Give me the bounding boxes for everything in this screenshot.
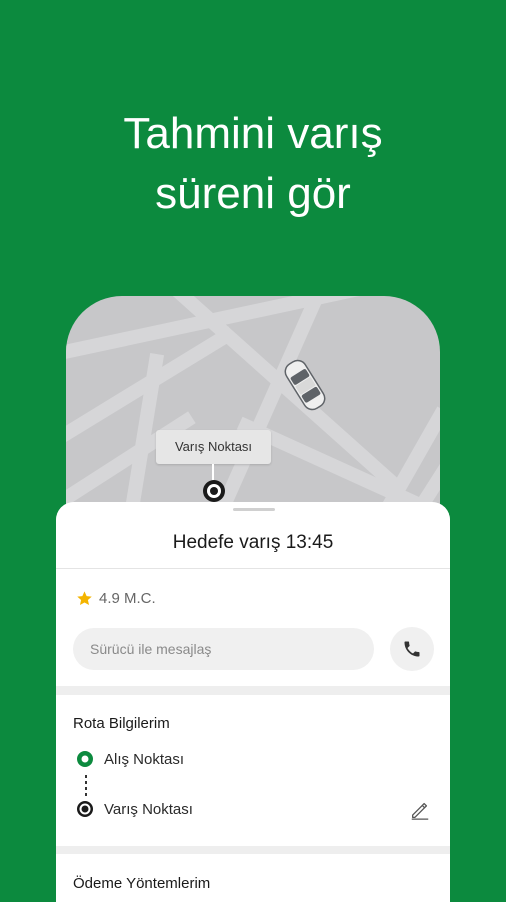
destination-label: Varış Noktası [104, 800, 193, 818]
destination-pin-icon [202, 479, 226, 503]
headline-line-1: Tahmini varış [123, 109, 383, 158]
destination-stop[interactable]: Varış Noktası [76, 799, 193, 819]
message-driver-input[interactable] [73, 628, 374, 670]
destination-dot-icon [77, 801, 93, 817]
edit-route-button[interactable] [409, 799, 431, 821]
bottom-sheet: Hedefe varış 13:45 4.9 M.C. Rota Bilgile… [56, 502, 450, 902]
trip-card: Hedefe varış 13:45 4.9 M.C. [56, 502, 450, 686]
payment-section-title: Ödeme Yöntemlerim [73, 875, 211, 892]
star-icon [77, 590, 92, 605]
destination-map-label: Varış Noktası [156, 430, 271, 464]
pickup-label: Alış Noktası [104, 750, 185, 768]
phone-icon [404, 641, 420, 657]
pickup-stop[interactable]: Alış Noktası [76, 749, 184, 769]
route-connector [85, 775, 87, 797]
destination-label-stem [212, 464, 214, 480]
route-card: Rota Bilgilerim Alış Noktası Varış Nokta… [56, 695, 450, 846]
map-view[interactable] [66, 296, 440, 536]
call-driver-button[interactable] [390, 627, 434, 671]
sheet-drag-handle[interactable] [233, 508, 275, 511]
pencil-icon [411, 802, 429, 820]
route-section-title: Rota Bilgilerim [73, 715, 170, 732]
headline-line-2: süreni gör [155, 169, 351, 218]
eta-text: Hedefe varış 13:45 [172, 532, 334, 553]
payment-card[interactable]: Ödeme Yöntemlerim [56, 854, 450, 902]
map-roads [66, 296, 440, 536]
driver-rating: 4.9 M.C. [76, 588, 156, 608]
rating-value: 4.9 M.C. [99, 589, 156, 607]
headline: Tahmini varış süreni gör [0, 104, 506, 224]
divider [56, 568, 450, 569]
pickup-dot-icon [77, 751, 93, 767]
